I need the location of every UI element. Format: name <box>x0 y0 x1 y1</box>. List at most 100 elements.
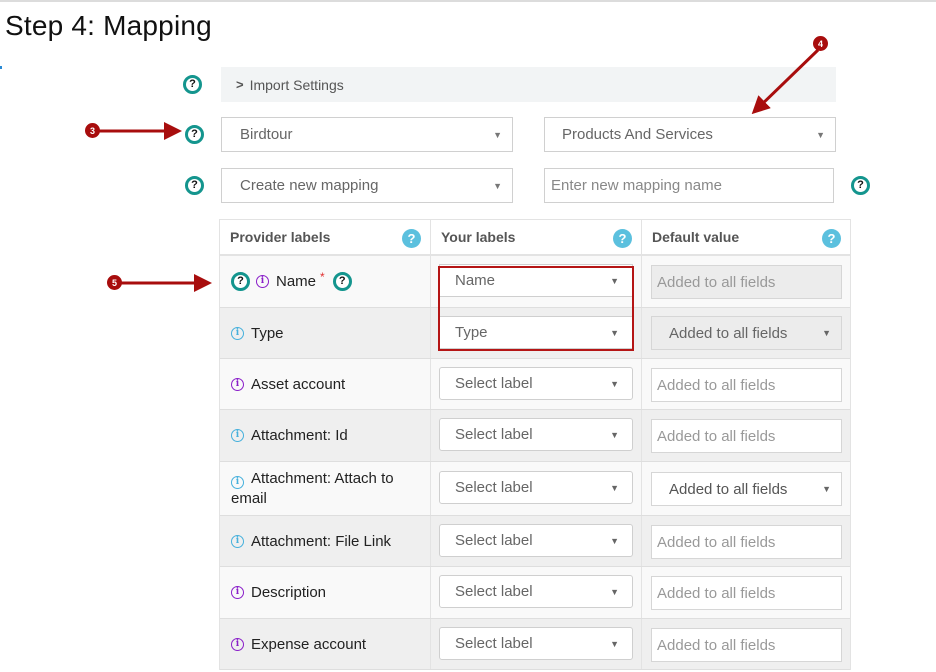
provider-help-icon[interactable]: ? <box>185 125 204 144</box>
default-value-select[interactable]: Added to all fields ▼ <box>651 472 842 506</box>
provider-label-cell: i Attachment: Attach to email <box>220 462 431 515</box>
default-value-cell: Added to all fields <box>642 619 850 669</box>
name-field-help-icon-2[interactable]: ? <box>332 272 352 291</box>
default-value-input[interactable]: Added to all fields <box>651 628 842 662</box>
header-text: Provider labels <box>230 229 331 245</box>
table-row: i Attachment: File Link Select label ▼ A… <box>220 516 850 567</box>
provider-label-text: Expense account <box>251 635 367 653</box>
entity-select-value: Products And Services <box>562 126 713 143</box>
table-row: i Asset account Select label ▼ Added to … <box>220 359 850 410</box>
provider-label-cell: i Attachment: File Link <box>220 516 431 566</box>
caret-down-icon: ▼ <box>493 180 502 191</box>
default-value-placeholder: Added to all fields <box>657 376 776 394</box>
provider-label: i Attachment: File Link <box>231 532 391 551</box>
mapping-name-placeholder: Enter new mapping name <box>551 177 722 194</box>
top-divider <box>0 0 936 2</box>
provider-label-text: Description <box>251 584 327 601</box>
caret-down-icon: ▼ <box>610 638 619 649</box>
provider-label-text: Asset account <box>251 375 346 393</box>
table-header: Provider labels ? Your labels ? Default … <box>220 219 850 256</box>
info-icon: i <box>231 476 244 489</box>
default-value-help-icon[interactable]: ? <box>822 229 841 248</box>
default-value-cell: Added to all fields <box>642 516 850 566</box>
your-label-select[interactable]: Select label ▼ <box>439 367 633 400</box>
table-row: i Attachment: Id Select label ▼ Added to… <box>220 410 850 462</box>
your-label-value: Select label <box>455 532 533 549</box>
default-value-input[interactable]: Added to all fields <box>651 576 842 610</box>
mapping-select[interactable]: Create new mapping ▼ <box>221 168 513 203</box>
your-label-select[interactable]: Select label ▼ <box>439 471 633 504</box>
provider-label-text: Name <box>276 273 317 290</box>
default-value-placeholder: Added to all fields <box>657 636 776 654</box>
your-label-cell: Select label ▼ <box>431 619 642 669</box>
your-label-select[interactable]: Select label ▼ <box>439 524 633 557</box>
caret-down-icon: ▼ <box>822 328 831 338</box>
provider-label-cell: i Type <box>220 308 431 358</box>
table-row: i Description Select label ▼ Added to al… <box>220 567 850 619</box>
name-field-help-icon[interactable]: ? <box>231 272 250 291</box>
provider-label-cell: i Asset account <box>220 359 431 409</box>
your-label-select[interactable]: Select label ▼ <box>439 627 633 660</box>
provider-select[interactable]: Birdtour ▼ <box>221 117 513 152</box>
your-label-cell: Select label ▼ <box>431 359 642 409</box>
page-title: Step 4: Mapping <box>5 10 212 41</box>
info-icon: i <box>231 637 244 651</box>
default-value-placeholder: Added to all fields <box>657 427 776 445</box>
default-value-input[interactable]: Added to all fields <box>651 419 842 453</box>
header-provider-labels: Provider labels ? <box>220 220 431 254</box>
provider-label: i Expense account <box>231 635 366 654</box>
provider-select-value: Birdtour <box>240 126 293 143</box>
table-row: ? i Name * ? Name ▼ Added to all fields <box>220 256 850 308</box>
provider-label-text: Type <box>251 324 284 342</box>
callout-badge-4: 4 <box>813 36 828 51</box>
info-icon: i <box>231 586 244 599</box>
provider-label-text: Attachment: Id <box>251 427 348 444</box>
provider-label: i Type <box>231 324 284 343</box>
table-row: i Attachment: Attach to email Select labe… <box>220 462 850 516</box>
table-row: i Type Type ▼ Added to all fields ▼ <box>220 308 850 359</box>
header-text: Your labels <box>441 229 516 245</box>
mapping-help-icon[interactable]: ? <box>185 176 204 195</box>
provider-label-text: Attachment: Attach to email <box>231 470 394 507</box>
provider-labels-help-icon[interactable]: ? <box>402 229 421 248</box>
caret-down-icon: ▼ <box>816 129 825 140</box>
your-label-cell: Name ▼ <box>431 256 642 307</box>
your-label-select[interactable]: Name ▼ <box>439 264 633 297</box>
your-label-select[interactable]: Select label ▼ <box>439 418 633 451</box>
info-icon: i <box>231 429 244 442</box>
your-label-cell: Type ▼ <box>431 308 642 358</box>
default-value-text: Added to all fields <box>669 324 788 342</box>
your-label-select[interactable]: Select label ▼ <box>439 575 633 608</box>
mapping-name-help-icon[interactable]: ? <box>851 176 870 195</box>
provider-label: ? i Name * ? <box>231 270 352 291</box>
entity-select[interactable]: Products And Services ▼ <box>544 117 836 152</box>
info-icon: i <box>256 275 269 288</box>
mapping-name-input[interactable]: Enter new mapping name <box>544 168 834 203</box>
caret-down-icon: ▼ <box>610 327 619 338</box>
provider-label: i Attachment: Attach to email <box>231 469 422 508</box>
your-label-value: Select label <box>455 426 533 443</box>
import-settings-help-icon[interactable]: ? <box>183 75 202 94</box>
caret-down-icon: ▼ <box>610 275 619 286</box>
provider-label: i Description <box>231 583 326 602</box>
default-value-cell: Added to all fields <box>642 359 850 409</box>
default-value-input[interactable]: Added to all fields <box>651 368 842 402</box>
default-value-input[interactable]: Added to all fields <box>651 525 842 559</box>
default-value-select: Added to all fields ▼ <box>651 316 842 350</box>
your-labels-help-icon[interactable]: ? <box>613 229 632 248</box>
provider-label-text: Attachment: File Link <box>251 532 392 550</box>
info-icon: i <box>231 377 244 391</box>
your-label-value: Select label <box>455 375 533 392</box>
default-value-input: Added to all fields <box>651 265 842 299</box>
provider-label: i Asset account <box>231 375 345 394</box>
import-settings-toggle[interactable]: > Import Settings <box>221 67 836 102</box>
your-label-value: Select label <box>455 583 533 600</box>
provider-label-cell: i Expense account <box>220 619 431 669</box>
your-label-select[interactable]: Type ▼ <box>439 316 633 349</box>
default-value-placeholder: Added to all fields <box>657 273 776 291</box>
caret-down-icon: ▼ <box>610 429 619 440</box>
your-label-cell: Select label ▼ <box>431 516 642 566</box>
default-value-cell: Added to all fields <box>642 410 850 461</box>
edge-marker <box>0 66 2 69</box>
provider-label: i Attachment: Id <box>231 426 348 445</box>
